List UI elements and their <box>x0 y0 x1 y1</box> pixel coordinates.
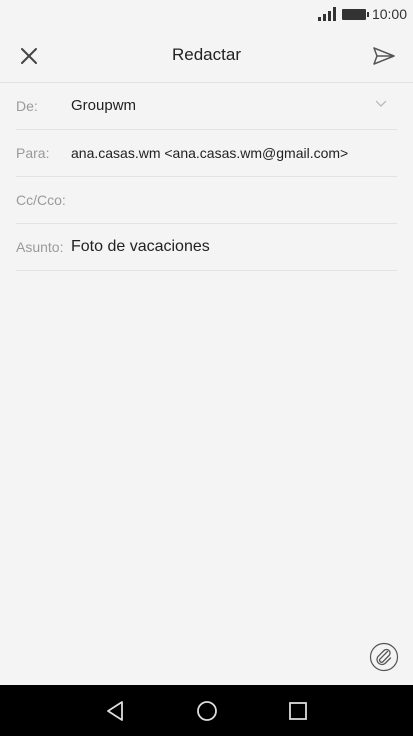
from-row[interactable]: De: Groupwm <box>16 83 397 130</box>
cc-bcc-row[interactable]: Cc/Cco: <box>16 177 397 224</box>
send-button[interactable] <box>365 37 403 75</box>
signal-icon <box>316 7 336 21</box>
back-icon <box>107 701 123 721</box>
back-button[interactable] <box>101 697 129 725</box>
subject-row[interactable]: Asunto: Foto de vacaciones <box>16 224 397 271</box>
from-label: De: <box>16 98 38 114</box>
to-row[interactable]: Para: ana.casas.wm <ana.casas.wm@gmail.c… <box>16 130 397 177</box>
cc-bcc-label: Cc/Cco: <box>16 192 66 208</box>
from-value: Groupwm <box>71 97 137 114</box>
app-bar: Redactar <box>0 28 413 83</box>
page-title: Redactar <box>172 45 241 64</box>
status-icons: 10:00 <box>316 5 407 23</box>
to-label: Para: <box>16 145 50 161</box>
recents-icon <box>289 702 307 720</box>
compose-form: De: Groupwm Para: ana.casas.wm <ana.casa… <box>16 83 397 271</box>
recents-button[interactable] <box>284 697 312 725</box>
send-icon <box>373 47 395 65</box>
status-time: 10:00 <box>371 6 407 22</box>
subject-label: Asunto: <box>16 239 64 255</box>
navigation-bar <box>0 685 413 736</box>
subject-field[interactable]: Foto de vacaciones <box>71 238 210 256</box>
status-bar: 10:00 <box>0 0 413 28</box>
attach-button[interactable] <box>369 642 399 672</box>
chevron-down-icon[interactable] <box>375 100 387 108</box>
paperclip-icon <box>369 642 399 672</box>
battery-icon <box>341 8 369 20</box>
to-field[interactable]: ana.casas.wm <ana.casas.wm@gmail.com> <box>71 145 348 161</box>
home-icon <box>197 701 217 721</box>
home-button[interactable] <box>193 697 221 725</box>
